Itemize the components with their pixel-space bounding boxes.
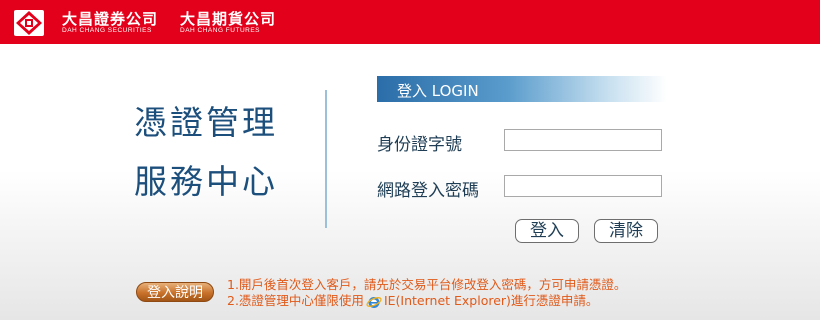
password-label: 網路登入密碼: [377, 181, 479, 201]
note-ie-only: 2.憑證管理中心僅限使用 IE(Internet Explorer)進行憑證申請…: [227, 290, 598, 310]
securities-name-en: DAH CHANG SECURITIES: [62, 27, 152, 34]
dah-chang-logo-icon: [14, 10, 44, 36]
service-title-line1: 憑證管理: [134, 103, 278, 142]
login-title: 登入 LOGIN: [397, 82, 479, 100]
id-number-input[interactable]: [504, 129, 662, 151]
internet-explorer-icon: [366, 294, 382, 310]
service-title-line2: 服務中心: [134, 162, 278, 201]
futures-name-en: DAH CHANG FUTURES: [180, 27, 261, 34]
note-ie-suffix: IE(Internet Explorer)進行憑證申請。: [383, 293, 599, 308]
futures-name-cn: 大昌期貨公司: [180, 10, 277, 28]
login-help-button[interactable]: 登入說明: [136, 282, 214, 302]
brand-header: 大昌證券公司 DAH CHANG SECURITIES 大昌期貨公司 DAH C…: [0, 0, 820, 44]
note-ie-prefix: 2.憑證管理中心僅限使用: [227, 293, 364, 308]
login-button[interactable]: 登入: [515, 219, 579, 243]
clear-button[interactable]: 清除: [594, 219, 658, 243]
vertical-divider: [325, 90, 327, 228]
id-number-label: 身份證字號: [377, 135, 462, 155]
securities-name-cn: 大昌證券公司: [62, 10, 159, 28]
login-title-bar: 登入 LOGIN: [377, 76, 667, 102]
password-input[interactable]: [504, 175, 662, 197]
